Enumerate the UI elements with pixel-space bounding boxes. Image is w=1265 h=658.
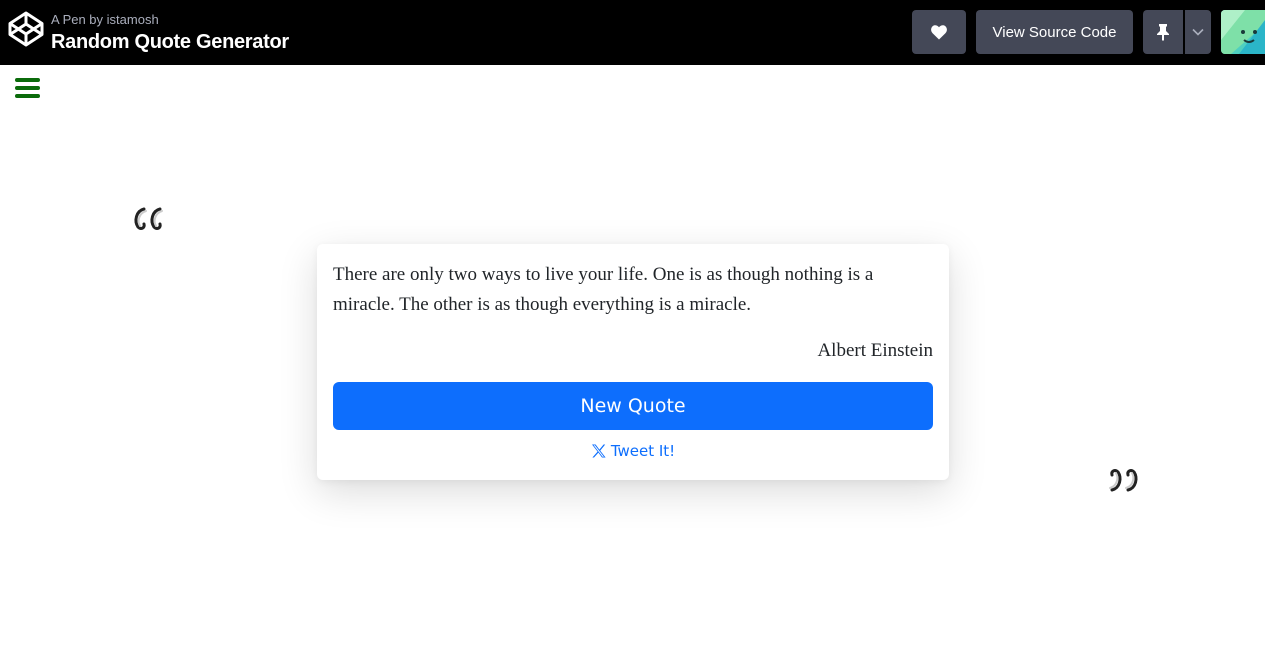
new-quote-button[interactable]: New Quote: [333, 382, 933, 430]
quote-author: Albert Einstein: [817, 340, 933, 361]
page-title: Random Quote Generator: [51, 31, 289, 53]
hamburger-menu-icon[interactable]: [15, 78, 41, 100]
close-quote-icon: [1109, 469, 1138, 492]
view-source-button[interactable]: View Source Code: [976, 10, 1133, 54]
quote-card: There are only two ways to live your lif…: [317, 244, 949, 480]
quote-text: There are only two ways to live your lif…: [333, 264, 874, 315]
chevron-down-icon: [1192, 28, 1204, 36]
pin-dropdown-button[interactable]: [1185, 10, 1211, 54]
pen-author[interactable]: A Pen by istamosh: [51, 12, 159, 28]
pin-button[interactable]: [1143, 10, 1183, 54]
heart-icon: [931, 24, 947, 39]
avatar-image: [1221, 10, 1265, 54]
top-bar: A Pen by istamosh Random Quote Generator…: [0, 0, 1265, 65]
pin-icon: [1157, 24, 1169, 41]
tweet-link[interactable]: Tweet It!: [317, 442, 949, 460]
avatar[interactable]: [1221, 10, 1265, 54]
x-logo-icon: [591, 444, 606, 458]
open-quote-icon: [134, 207, 163, 230]
like-button[interactable]: [912, 10, 966, 54]
codepen-logo-icon[interactable]: [8, 11, 44, 47]
tweet-label: Tweet It!: [610, 442, 676, 460]
